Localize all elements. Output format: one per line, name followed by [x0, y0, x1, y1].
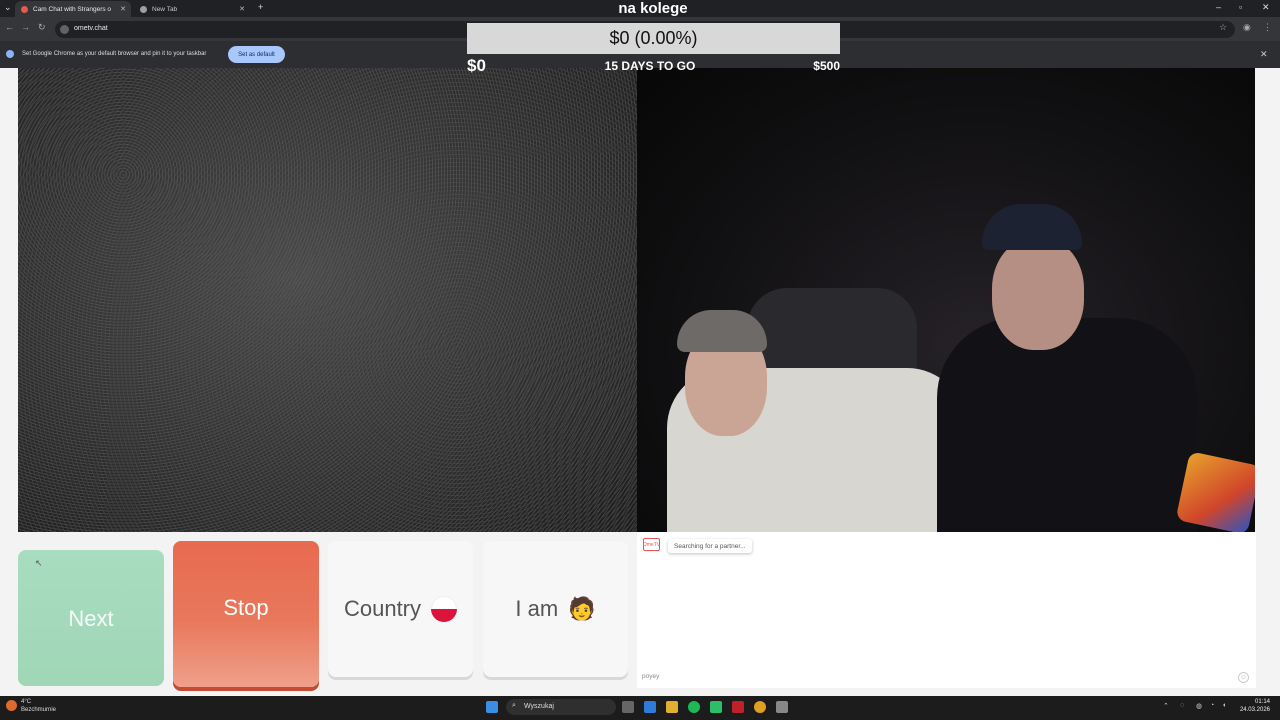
file-explorer-icon[interactable]: [666, 701, 678, 713]
site-info-icon[interactable]: [60, 25, 69, 34]
spotify-icon[interactable]: [688, 701, 700, 713]
microphone-icon[interactable]: ◍: [1196, 702, 1202, 710]
donation-goal-text: $0 (0.00%): [609, 28, 698, 48]
task-view-icon[interactable]: [622, 701, 634, 713]
tab-close-icon[interactable]: ✕: [239, 5, 245, 13]
person-emoji-icon: 🧑: [568, 596, 596, 621]
self-webcam-video: [637, 68, 1255, 532]
tab-label: Cam Chat with Strangers o: [33, 5, 112, 13]
infobar-text: Set Google Chrome as your default browse…: [22, 51, 207, 57]
network-icon[interactable]: ◌: [1180, 702, 1184, 709]
clock-date[interactable]: 24.03.2026: [1230, 707, 1270, 713]
tab-ometv[interactable]: Cam Chat with Strangers o ✕: [15, 1, 131, 17]
tab-new-tab[interactable]: New Tab ✕: [134, 1, 250, 17]
chat-input[interactable]: poyey: [642, 673, 1222, 683]
search-icon: ⌕: [512, 702, 516, 709]
app-green-icon[interactable]: [710, 701, 722, 713]
stream-title: na kolege: [618, 0, 688, 17]
url-text[interactable]: ometv.chat: [74, 25, 108, 32]
chat-panel: [637, 532, 1256, 688]
profile-icon[interactable]: ◉: [1243, 22, 1251, 33]
emoji-picker-icon[interactable]: ☺: [1238, 672, 1249, 683]
new-tab-button[interactable]: +: [258, 2, 263, 12]
tab-label: New Tab: [152, 5, 178, 13]
windows-taskbar: [0, 696, 1280, 720]
flag-poland-icon: [431, 596, 458, 622]
weather-description[interactable]: Bezchmurnie: [21, 707, 56, 713]
ometv-logo-icon: OmeTV: [643, 538, 660, 551]
mouse-cursor-icon: ↖: [35, 558, 43, 568]
dark-sweatshirt: [937, 318, 1197, 532]
volume-icon[interactable]: ◖: [1222, 702, 1226, 709]
stop-label: Stop: [223, 595, 269, 620]
weather-icon[interactable]: [6, 700, 17, 711]
set-default-button[interactable]: Set as default: [228, 46, 285, 63]
maximize-icon[interactable]: ▫: [1239, 2, 1242, 12]
wifi-icon[interactable]: ◔: [1210, 702, 1214, 709]
tray-chevron-icon[interactable]: ⌃: [1163, 702, 1169, 710]
minimize-icon[interactable]: –: [1216, 2, 1221, 12]
weather-temperature[interactable]: 4°C: [21, 699, 31, 705]
snack-bag: [1175, 451, 1255, 532]
partner-video-static: [18, 68, 637, 532]
iam-label: I am: [515, 596, 559, 621]
next-label: Next: [68, 606, 114, 631]
donation-goal-bar: $0 (0.00%): [467, 23, 840, 54]
settings-gear-icon[interactable]: [776, 701, 788, 713]
goal-days-remaining: 15 DAYS TO GO: [604, 59, 696, 73]
back-icon[interactable]: ←: [5, 22, 14, 32]
menu-kebab-icon[interactable]: ⋮: [1263, 22, 1272, 33]
country-label: Country: [343, 596, 422, 621]
goal-current-amount: $0: [467, 56, 486, 75]
gender-button[interactable]: I am 🧑: [483, 541, 628, 677]
infobar-close-icon[interactable]: ✕: [1260, 49, 1268, 60]
tab-search-icon[interactable]: ⌄: [4, 2, 12, 13]
person-right-face: [992, 238, 1084, 350]
bookmark-star-icon[interactable]: ☆: [1219, 22, 1227, 33]
static-noise: [18, 68, 637, 532]
chrome-icon: [6, 50, 14, 58]
ometv-favicon-icon: [21, 5, 28, 13]
person-left-cap: [677, 310, 767, 352]
forward-icon[interactable]: →: [21, 22, 30, 32]
copilot-icon[interactable]: [644, 701, 656, 713]
start-icon[interactable]: [486, 701, 498, 713]
next-button[interactable]: Next: [18, 550, 164, 686]
chrome-taskbar-icon[interactable]: [754, 701, 766, 713]
globe-icon: [140, 5, 147, 13]
window-close-icon[interactable]: ✕: [1262, 2, 1270, 13]
chat-status-bubble: Searching for a partner...: [668, 539, 752, 553]
country-button[interactable]: Country: [328, 541, 473, 677]
clock-time[interactable]: 01:14: [1240, 699, 1270, 705]
taskbar-search-label: Wyszukaj: [524, 703, 554, 710]
taskbar-search-box[interactable]: [506, 699, 616, 715]
goal-target-amount: $500: [813, 59, 840, 73]
reload-icon[interactable]: ↻: [38, 22, 46, 33]
stop-button[interactable]: Stop: [173, 541, 319, 687]
tab-close-icon[interactable]: ✕: [120, 5, 126, 13]
opera-icon[interactable]: [732, 701, 744, 713]
